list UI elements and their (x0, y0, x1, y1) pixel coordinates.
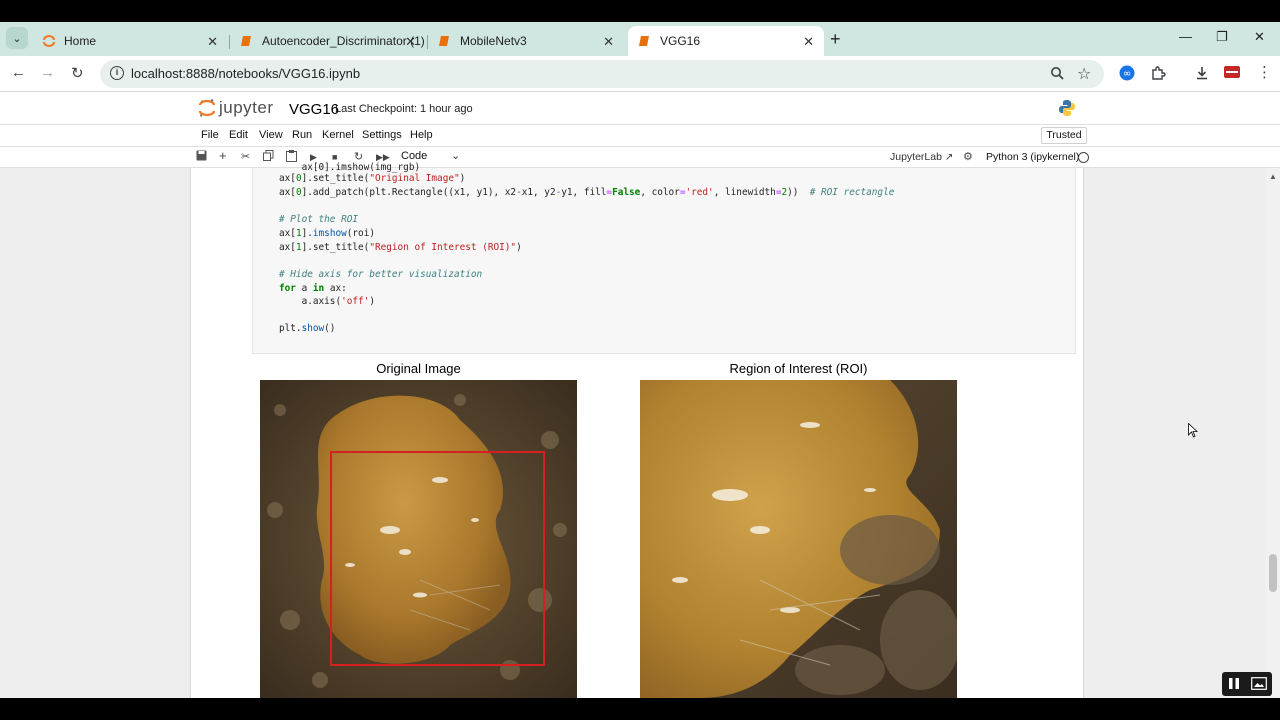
code-line: ax[0].imshow(img_rgb) (279, 162, 421, 173)
window-close-icon[interactable]: ✕ (1254, 29, 1265, 45)
jupyter-logo-icon (198, 98, 216, 118)
zoom-magnifier-icon[interactable] (1050, 66, 1064, 83)
menu-kernel[interactable]: Kernel (322, 129, 354, 141)
notebook-icon (438, 34, 452, 48)
tab-label: MobileNetv3 (460, 34, 527, 48)
page-scrollbar[interactable]: ▲ (1266, 168, 1280, 698)
cut-scissors-icon[interactable]: ✂ (241, 150, 250, 163)
insert-cell-plus-icon[interactable]: + (219, 148, 227, 163)
profile-avatar-icon[interactable] (1224, 65, 1240, 81)
notebook-scroll-area[interactable]: ax[0].imshow(img_rgb) ax[0].set_title("O… (0, 162, 1280, 698)
figure-left-title: Original Image (376, 361, 461, 376)
jupyter-wordmark: jupyter (219, 98, 274, 117)
close-icon[interactable]: ✕ (405, 34, 416, 50)
external-link-icon: ↗ (944, 152, 954, 163)
bottom-letterbox (0, 698, 1280, 720)
notebook-icon (638, 34, 652, 48)
notebook-toolbar: + ✂ ▶ ■ ↻ ▶▶ Code ⌄ JupyterLab ↗ ⚙ Pytho… (0, 147, 1280, 168)
stop-square-icon[interactable]: ■ (332, 152, 337, 162)
trusted-indicator[interactable]: Trusted (1041, 127, 1087, 144)
new-tab-plus-icon[interactable]: + (830, 29, 841, 50)
checkpoint-status: Last Checkpoint: 1 hour ago (335, 103, 473, 115)
roi-image (640, 380, 957, 698)
code-line: ax[1].set_title("Region of Interest (ROI… (279, 242, 522, 253)
original-image (260, 380, 577, 698)
notebook-page: ax[0].imshow(img_rgb) ax[0].set_title("O… (190, 162, 1084, 698)
code-line: ax[0].set_title("Original Image") (279, 173, 466, 184)
jupyter-logo[interactable]: jupyter (198, 98, 274, 118)
menu-run[interactable]: Run (292, 129, 312, 141)
video-controls (1222, 672, 1272, 696)
tab-vgg16[interactable]: VGG16 ✕ (628, 26, 824, 56)
code-line: a.axis('off') (279, 296, 375, 307)
code-comment: # ROI rectangle (809, 187, 895, 198)
close-icon[interactable]: ✕ (803, 34, 814, 50)
forward-arrow-icon[interactable]: → (40, 64, 55, 81)
menu-help[interactable]: Help (410, 129, 433, 141)
code-line: # Plot the ROI (279, 214, 358, 225)
save-icon[interactable] (196, 150, 207, 164)
code-line-partial: ax[0].imshow(img_rgb) (279, 162, 421, 173)
notebook-icon (240, 34, 254, 48)
code-line: ax[0].add_patch(plt.Rectangle((x1, y1), … (279, 187, 895, 198)
close-icon[interactable]: ✕ (207, 34, 218, 50)
menu-edit[interactable]: Edit (229, 129, 248, 141)
tab-autoencoder[interactable]: Autoencoder_Discriminator (1) ✕ (230, 26, 426, 56)
menu-file[interactable]: File (201, 129, 219, 141)
omnibox[interactable]: i localhost:8888/notebooks/VGG16.ipynb ☆ (100, 60, 1104, 88)
code-line: # Hide axis for better visualization (279, 269, 482, 280)
tab-label: VGG16 (660, 34, 701, 48)
url-text[interactable]: localhost:8888/notebooks/VGG16.ipynb (131, 66, 360, 81)
tab-home[interactable]: Home ✕ (32, 26, 228, 56)
picture-in-picture-icon[interactable] (1251, 677, 1267, 695)
figure-right-title: Region of Interest (ROI) (729, 361, 868, 376)
screen: ⌄ Home ✕ Autoencoder_Discriminator (1) ✕… (0, 0, 1280, 720)
tab-mobilenetv3[interactable]: MobileNetv3 ✕ (428, 26, 624, 56)
jupyterlab-label: JupyterLab (890, 151, 942, 163)
copy-icon[interactable] (263, 150, 274, 164)
extensions-puzzle-icon[interactable] (1150, 65, 1166, 84)
back-arrow-icon[interactable]: ← (11, 64, 26, 81)
code-line: plt.show() (279, 323, 336, 334)
pause-icon[interactable] (1228, 677, 1240, 695)
kernel-name[interactable]: Python 3 (ipykernel) (986, 151, 1079, 163)
menu-view[interactable]: View (259, 129, 283, 141)
settings-gear-icon[interactable]: ⚙ (963, 150, 973, 163)
python-logo-icon (1058, 99, 1076, 117)
tab-label: Home (64, 34, 97, 48)
jupyterlab-link[interactable]: JupyterLab ↗ (890, 151, 953, 163)
svg-text:∞: ∞ (1123, 69, 1131, 80)
scroll-up-arrow-icon[interactable]: ▲ (1269, 172, 1277, 181)
cell-type-select[interactable]: Code (401, 150, 427, 162)
code-line: for a in ax: (279, 283, 347, 294)
jupyter-home-icon (42, 34, 56, 48)
menu-settings[interactable]: Settings (362, 129, 402, 141)
bookmark-star-icon[interactable]: ☆ (1077, 64, 1091, 84)
notebook-title[interactable]: VGG16 (289, 101, 339, 118)
reload-icon[interactable]: ↻ (71, 64, 84, 82)
extension-infinity-icon[interactable]: ∞ (1119, 65, 1135, 84)
scroll-thumb[interactable] (1269, 554, 1277, 592)
restore-icon[interactable]: ❐ (1216, 29, 1228, 45)
address-bar-row: ← → ↻ i localhost:8888/notebooks/VGG16.i… (0, 56, 1280, 92)
tab-label: Autoencoder_Discriminator (1) (262, 34, 425, 48)
download-icon[interactable] (1194, 65, 1210, 84)
kernel-status-circle-icon (1078, 152, 1089, 163)
top-letterbox (0, 0, 1280, 22)
jupyter-header: jupyter VGG16 Last Checkpoint: 1 hour ag… (0, 92, 1280, 125)
code-comment: # Plot the ROI (279, 214, 359, 225)
code-cell[interactable]: ax[0].imshow(img_rgb) ax[0].set_title("O… (252, 162, 1076, 354)
mouse-cursor-icon (1188, 422, 1199, 443)
chevron-down-icon[interactable]: ⌄ (451, 149, 460, 162)
more-vert-icon[interactable]: ⋮ (1257, 63, 1272, 81)
close-icon[interactable]: ✕ (603, 34, 614, 50)
jupyter-menu-bar: File Edit View Run Kernel Settings Help … (0, 125, 1280, 147)
minimize-icon[interactable]: — (1179, 29, 1192, 44)
tab-search-icon[interactable]: ⌄ (6, 27, 28, 49)
code-comment: # Hide axis for better visualization (279, 269, 483, 280)
code-line: ax[1].imshow(roi) (279, 228, 375, 239)
site-info-icon[interactable]: i (110, 66, 124, 80)
browser-tab-strip: ⌄ Home ✕ Autoencoder_Discriminator (1) ✕… (0, 22, 1280, 56)
